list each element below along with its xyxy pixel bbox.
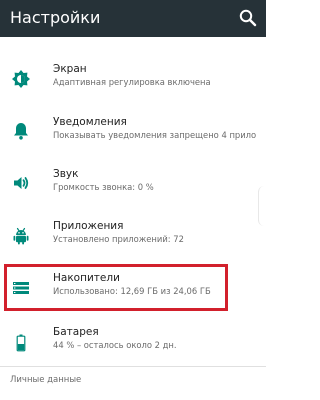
settings-item-sound[interactable]: Звук Громкость звонка: 0 % (0, 168, 266, 214)
settings-item-notifications[interactable]: Уведомления Показывать уведомления запре… (0, 114, 266, 160)
settings-item-label: Батарея (53, 326, 99, 338)
settings-item-summary: 44 % – осталось около 2 дн. (53, 340, 177, 350)
search-icon[interactable] (238, 8, 258, 28)
settings-item-label: Экран (53, 63, 87, 75)
bell-icon (14, 123, 28, 140)
settings-item-apps[interactable]: Приложения Установлено приложений: 72 (0, 220, 266, 266)
settings-item-summary: Адаптивная регулировка включена (53, 77, 211, 87)
settings-item-label: Приложения (53, 220, 124, 232)
battery-icon (16, 334, 26, 352)
settings-item-summary: Установлено приложений: 72 (53, 234, 184, 244)
app-bar: Настройки (0, 0, 266, 37)
android-icon (13, 227, 29, 245)
section-header: Личные данные (10, 375, 82, 385)
highlight-box (4, 264, 228, 311)
brightness-icon (12, 70, 30, 88)
settings-item-label: Звук (53, 168, 79, 180)
settings-item-summary: Показывать уведомления запрещено 4 прило (53, 130, 257, 140)
settings-item-screen[interactable]: Экран Адаптивная регулировка включена (0, 61, 266, 107)
settings-item-summary: Громкость звонка: 0 % (53, 182, 154, 192)
page-title: Настройки (10, 8, 101, 27)
scroll-edge (258, 186, 266, 226)
speaker-icon (14, 177, 29, 189)
section-divider (0, 366, 266, 367)
settings-item-label: Уведомления (53, 116, 127, 128)
